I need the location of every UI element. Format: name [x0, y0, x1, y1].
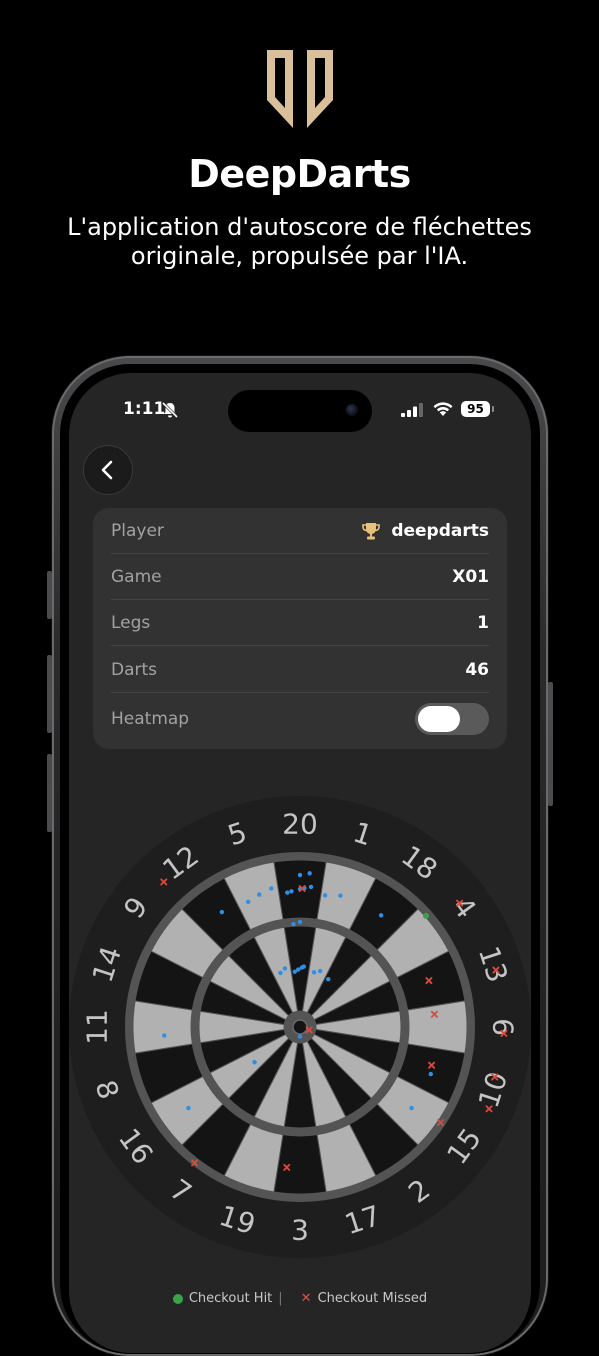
legend: Checkout Hit | ✕ Checkout Missed — [69, 1291, 531, 1306]
hit-marker — [292, 969, 297, 974]
hit-marker — [317, 968, 323, 974]
board-number-3: 3 — [291, 1214, 309, 1247]
legend-separator: | — [278, 1291, 283, 1306]
legend-miss-icon: ✕ — [300, 1291, 312, 1306]
hit-marker — [338, 893, 343, 898]
hit-marker — [219, 909, 225, 915]
battery-icon: 95 — [461, 401, 490, 417]
legs-value: 1 — [477, 612, 489, 633]
chevron-left-icon — [101, 460, 113, 480]
power-button — [548, 682, 553, 806]
front-camera — [346, 404, 358, 416]
heatmap-row: Heatmap — [111, 696, 489, 742]
game-label: Game — [111, 566, 162, 587]
stats-card: Player deepdarts Game X01 Legs 1 Darts 4… — [93, 508, 507, 749]
hit-marker — [278, 970, 283, 976]
checkout-hit-marker — [423, 912, 430, 919]
hit-marker — [409, 1105, 414, 1111]
hit-marker — [269, 886, 274, 891]
hit-marker — [285, 890, 290, 895]
darts-value: 46 — [465, 659, 489, 680]
hit-marker — [297, 872, 303, 878]
trophy-icon — [362, 522, 381, 539]
darts-label: Darts — [111, 659, 158, 680]
hit-marker — [428, 1071, 433, 1077]
game-row: Game X01 — [111, 554, 489, 600]
player-row: Player deepdarts — [111, 508, 489, 554]
hit-marker — [301, 964, 306, 969]
deepdarts-logo-icon — [267, 50, 333, 128]
dartboard: 20 11841361015217319716811149125 — [69, 796, 531, 1258]
back-button[interactable] — [83, 445, 133, 495]
action-button — [47, 571, 52, 619]
hit-marker — [245, 899, 251, 905]
hit-marker — [322, 893, 328, 898]
hit-marker — [291, 922, 296, 927]
player-value: deepdarts — [361, 521, 489, 541]
game-value: X01 — [452, 566, 489, 587]
hit-marker — [289, 889, 294, 894]
heatmap-label: Heatmap — [111, 709, 190, 729]
legend-hit-dot — [172, 1293, 183, 1304]
bullseye — [292, 1019, 308, 1035]
legend-miss-label: Checkout Missed — [317, 1291, 428, 1306]
hit-marker — [307, 871, 312, 876]
dynamic-island — [228, 390, 372, 432]
app-tagline: L'application d'autoscore de fléchettes … — [67, 213, 532, 270]
hit-marker — [282, 966, 288, 971]
volume-up-button — [47, 655, 52, 733]
battery-tip — [492, 406, 494, 412]
bell-off-icon — [161, 401, 179, 419]
app-title: DeepDarts — [188, 152, 411, 196]
player-name: deepdarts — [391, 520, 489, 541]
status-time: 1:11 — [123, 399, 166, 419]
hit-marker — [162, 1033, 167, 1038]
board-number-20: 20 — [282, 808, 318, 841]
hit-marker — [297, 1034, 303, 1039]
hit-marker — [252, 1060, 257, 1065]
hit-marker — [378, 913, 384, 918]
player-label: Player — [111, 520, 164, 541]
phone-screen: 1:11 95 Player deepdarts Game X01 Legs 1… — [69, 373, 531, 1353]
darts-row: Darts 46 — [111, 647, 489, 693]
legs-row: Legs 1 — [111, 600, 489, 646]
hit-marker — [311, 970, 317, 975]
heatmap-toggle[interactable] — [415, 703, 489, 735]
legs-label: Legs — [111, 612, 151, 633]
hit-marker — [308, 884, 314, 890]
legend-hit-label: Checkout Hit — [188, 1291, 273, 1306]
hit-marker — [297, 919, 303, 925]
hit-marker — [326, 977, 331, 982]
volume-down-button — [47, 754, 52, 832]
toggle-knob — [418, 706, 460, 732]
signal-icon — [401, 403, 423, 417]
hit-marker — [257, 892, 262, 897]
hit-marker — [186, 1105, 191, 1111]
wifi-icon — [433, 402, 453, 416]
board-number-11: 11 — [81, 1009, 114, 1045]
